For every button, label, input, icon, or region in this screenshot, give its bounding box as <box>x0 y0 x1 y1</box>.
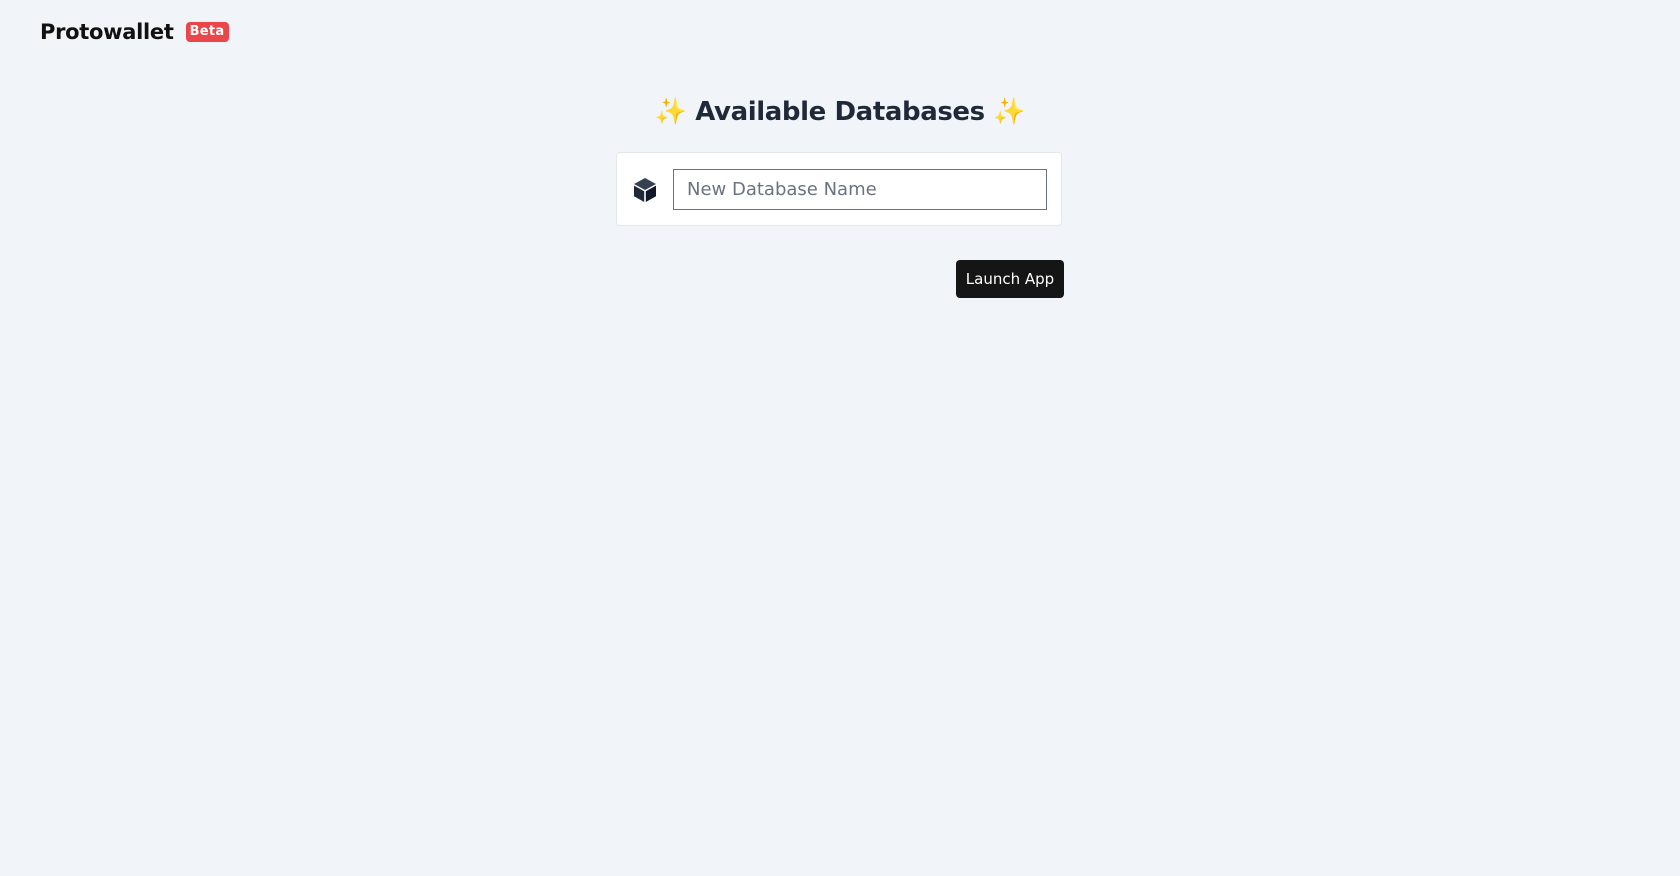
beta-badge: Beta <box>185 22 229 42</box>
brand-logo[interactable]: Protowallet <box>40 20 174 44</box>
cube-icon <box>634 178 656 202</box>
page-title-text: Available Databases <box>695 97 985 127</box>
launch-app-button[interactable]: Launch App <box>956 260 1064 298</box>
sparkles-icon: ✨ <box>654 97 687 127</box>
sparkles-icon: ✨ <box>993 97 1026 127</box>
app-header: Protowallet Beta <box>40 18 229 46</box>
page-title: ✨ Available Databases ✨ <box>0 91 1680 133</box>
new-database-card <box>616 152 1062 226</box>
new-database-name-input[interactable] <box>673 169 1047 210</box>
